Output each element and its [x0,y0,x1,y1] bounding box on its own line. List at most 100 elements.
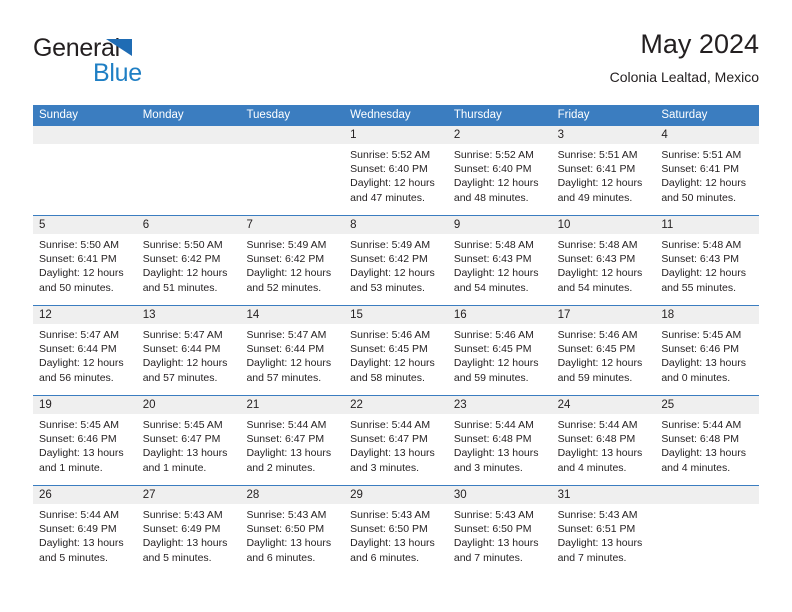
day-number: 19 [33,396,137,414]
day-detail-line: Sunrise: 5:43 AM [246,509,327,521]
day-detail-line: Sunrise: 5:49 AM [350,239,431,251]
day-details: Sunrise: 5:52 AM Sunset: 6:40 PM Daylight:… [448,144,552,205]
page-title: May 2024 [640,29,759,59]
day-cell-27[interactable]: 27 Sunrise: 5:43 AM Sunset: 6:49 PM Dayligh… [136,486,241,575]
day-detail-line: Sunset: 6:48 PM [661,433,739,446]
day-cell-18[interactable]: 18 Sunrise: 5:45 AM Sunset: 6:46 PM Dayligh… [655,306,760,395]
day-details: Sunrise: 5:44 AM Sunset: 6:48 PM Daylight:… [655,414,759,475]
day-detail-line: Sunrise: 5:47 AM [39,329,119,341]
day-cell-29[interactable]: 29 Sunrise: 5:43 AM Sunset: 6:50 PM Dayligh… [344,486,448,575]
day-cell-20[interactable]: 20 Sunrise: 5:45 AM Sunset: 6:47 PM Dayligh… [136,396,241,485]
day-cell-23[interactable]: 23 Sunrise: 5:44 AM Sunset: 6:48 PM Dayligh… [447,396,552,485]
day-cell-15[interactable]: 15 Sunrise: 5:46 AM Sunset: 6:45 PM Dayligh… [344,306,448,395]
day-detail-line: and 53 minutes. [350,281,425,294]
day-details: Sunrise: 5:45 AM Sunset: 6:46 PM Daylight:… [33,414,137,475]
day-detail-line: Sunset: 6:43 PM [661,253,739,266]
day-detail-line: Sunset: 6:41 PM [661,163,739,176]
day-detail-line: Sunset: 6:47 PM [246,433,325,446]
day-number: 5 [33,216,137,234]
day-detail-line: Sunset: 6:44 PM [39,343,117,356]
day-number: 15 [344,306,448,324]
day-number: 27 [136,486,241,504]
day-cell-3[interactable]: 3 Sunrise: 5:51 AM Sunset: 6:41 PM Daylight… [551,126,656,215]
day-detail-line: Sunrise: 5:50 AM [142,239,223,251]
day-detail-line: Sunrise: 5:51 AM [661,149,742,161]
day-detail-line: Sunset: 6:45 PM [453,343,532,356]
day-detail-line: and 59 minutes. [557,371,633,384]
day-detail-line: Daylight: 12 hours [557,357,643,370]
day-details: Sunrise: 5:49 AM Sunset: 6:42 PM Daylight:… [240,234,344,295]
day-number: 18 [655,306,760,324]
day-cell-6[interactable]: 6 Sunrise: 5:50 AM Sunset: 6:42 PM Daylight… [136,216,241,305]
day-number: 11 [655,216,760,234]
day-cell-24[interactable]: 24 Sunrise: 5:44 AM Sunset: 6:48 PM Dayligh… [551,396,656,485]
day-detail-line: Sunrise: 5:44 AM [246,419,327,431]
day-number: 13 [136,306,241,324]
day-detail-line: Daylight: 12 hours [453,357,539,370]
day-detail-line: Sunset: 6:46 PM [661,343,739,356]
day-detail-line: Sunset: 6:43 PM [557,253,636,266]
day-detail-line: Daylight: 13 hours [661,357,746,370]
day-details: Sunrise: 5:52 AM Sunset: 6:40 PM Daylight:… [344,144,448,205]
day-details: Sunrise: 5:44 AM Sunset: 6:49 PM Daylight:… [33,504,137,565]
day-number [33,126,137,144]
day-detail-line: Sunset: 6:40 PM [453,163,532,176]
day-cell-2[interactable]: 2 Sunrise: 5:52 AM Sunset: 6:40 PM Daylight… [447,126,552,215]
day-detail-line: and 51 minutes. [142,281,218,294]
day-cell-31[interactable]: 31 Sunrise: 5:43 AM Sunset: 6:51 PM Dayligh… [551,486,656,575]
day-cell-11[interactable]: 11 Sunrise: 5:48 AM Sunset: 6:43 PM Dayligh… [655,216,760,305]
day-detail-line: and 5 minutes. [39,551,108,564]
day-cell-1[interactable]: 1 Sunrise: 5:52 AM Sunset: 6:40 PM Daylight… [344,126,448,215]
calendar-weeks: 1 Sunrise: 5:52 AM Sunset: 6:40 PM Daylight… [33,126,760,575]
calendar-week-row: 5 Sunrise: 5:50 AM Sunset: 6:41 PM Daylight… [33,215,760,305]
day-number: 23 [447,396,552,414]
day-cell-7[interactable]: 7 Sunrise: 5:49 AM Sunset: 6:42 PM Daylight… [240,216,345,305]
general-blue-logo[interactable]: General Blue [33,34,213,90]
day-details: Sunrise: 5:46 AM Sunset: 6:45 PM Daylight:… [552,324,656,385]
day-cell-22[interactable]: 22 Sunrise: 5:44 AM Sunset: 6:47 PM Dayligh… [344,396,448,485]
day-detail-line: Daylight: 12 hours [246,267,332,280]
day-details: Sunrise: 5:50 AM Sunset: 6:42 PM Daylight:… [137,234,241,295]
day-cell-21[interactable]: 21 Sunrise: 5:44 AM Sunset: 6:47 PM Dayligh… [240,396,345,485]
day-detail-line: Sunset: 6:47 PM [142,433,221,446]
day-detail-line: Sunrise: 5:48 AM [661,239,742,251]
day-detail-line: Daylight: 13 hours [350,537,435,550]
day-detail-line: Sunset: 6:43 PM [453,253,532,266]
day-details: Sunrise: 5:51 AM Sunset: 6:41 PM Daylight:… [655,144,759,205]
calendar-week-inner: 5 Sunrise: 5:50 AM Sunset: 6:41 PM Daylight… [33,216,760,305]
day-detail-line: Sunset: 6:44 PM [246,343,325,356]
day-cell-25[interactable]: 25 Sunrise: 5:44 AM Sunset: 6:48 PM Dayligh… [655,396,760,485]
day-cell-4[interactable]: 4 Sunrise: 5:51 AM Sunset: 6:41 PM Daylight… [655,126,760,215]
day-cell-28[interactable]: 28 Sunrise: 5:43 AM Sunset: 6:50 PM Dayligh… [240,486,345,575]
day-cell-13[interactable]: 13 Sunrise: 5:47 AM Sunset: 6:44 PM Dayligh… [136,306,241,395]
day-detail-line: Sunrise: 5:43 AM [557,509,638,521]
day-detail-line: Sunrise: 5:44 AM [557,419,638,431]
day-cell-19[interactable]: 19 Sunrise: 5:45 AM Sunset: 6:46 PM Dayligh… [33,396,137,485]
day-cell-5[interactable]: 5 Sunrise: 5:50 AM Sunset: 6:41 PM Daylight… [33,216,137,305]
day-cell-9[interactable]: 9 Sunrise: 5:48 AM Sunset: 6:43 PM Daylight… [447,216,552,305]
day-cell-30[interactable]: 30 Sunrise: 5:43 AM Sunset: 6:50 PM Dayligh… [447,486,552,575]
day-detail-line: Daylight: 12 hours [142,357,228,370]
day-number: 29 [344,486,448,504]
day-detail-line: Daylight: 12 hours [661,177,746,190]
day-number: 25 [655,396,760,414]
day-cell-16[interactable]: 16 Sunrise: 5:46 AM Sunset: 6:45 PM Dayligh… [447,306,552,395]
day-cell-10[interactable]: 10 Sunrise: 5:48 AM Sunset: 6:43 PM Dayligh… [551,216,656,305]
day-detail-line: and 3 minutes. [453,461,523,474]
day-number: 31 [551,486,656,504]
day-cell-17[interactable]: 17 Sunrise: 5:46 AM Sunset: 6:45 PM Dayligh… [551,306,656,395]
day-detail-line: Sunrise: 5:50 AM [39,239,119,251]
day-detail-line: Sunrise: 5:45 AM [142,419,223,431]
weekday-header-monday: Monday [142,109,184,121]
day-detail-line: and 55 minutes. [661,281,737,294]
day-detail-line: Sunset: 6:42 PM [350,253,428,266]
day-cell-26[interactable]: 26 Sunrise: 5:44 AM Sunset: 6:49 PM Dayligh… [33,486,137,575]
day-cell-8[interactable]: 8 Sunrise: 5:49 AM Sunset: 6:42 PM Daylight… [344,216,448,305]
day-details: Sunrise: 5:44 AM Sunset: 6:47 PM Daylight:… [240,414,344,475]
day-detail-line: Daylight: 12 hours [453,267,539,280]
day-details: Sunrise: 5:46 AM Sunset: 6:45 PM Daylight:… [448,324,552,385]
day-cell-14[interactable]: 14 Sunrise: 5:47 AM Sunset: 6:44 PM Dayligh… [240,306,345,395]
day-detail-line: Sunset: 6:50 PM [453,523,532,536]
day-detail-line: and 49 minutes. [557,191,633,204]
day-cell-12[interactable]: 12 Sunrise: 5:47 AM Sunset: 6:44 PM Dayligh… [33,306,137,395]
